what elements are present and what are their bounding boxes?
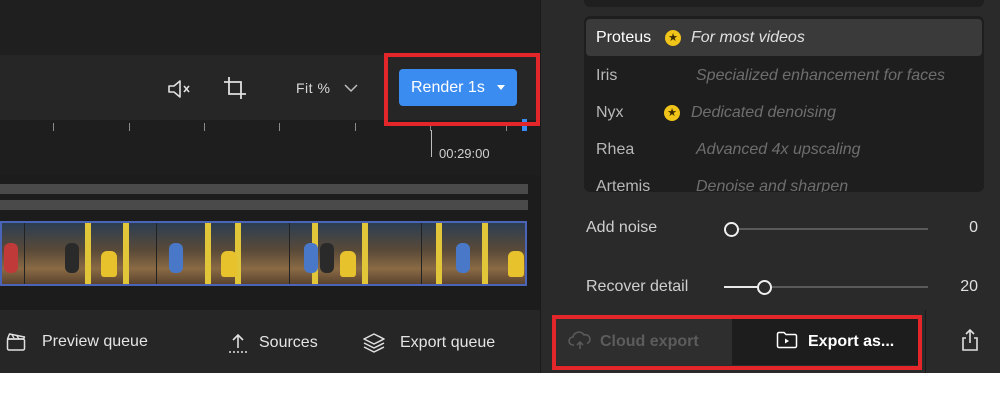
divider [925, 310, 926, 373]
model-item-nyx[interactable]: Nyx ★ Dedicated denoising [584, 94, 984, 131]
ai-model-list[interactable]: Proteus ★ For most videos Iris Specializ… [584, 16, 984, 192]
chevron-down-icon[interactable] [342, 80, 360, 96]
preview-queue-button[interactable]: Preview queue [6, 332, 148, 352]
model-name: Rhea [596, 140, 635, 158]
caret-down-icon[interactable] [497, 85, 505, 90]
timecode-label: 00:29:00 [439, 146, 490, 161]
export-queue-label: Export queue [400, 334, 496, 351]
sources-button[interactable]: Sources [227, 332, 318, 354]
model-item-iris[interactable]: Iris Specialized enhancement for faces [584, 57, 984, 94]
export-queue-button[interactable]: Export queue [362, 332, 495, 354]
model-description: Dedicated denoising [691, 103, 836, 121]
out-point-marker[interactable] [522, 119, 527, 131]
model-description: Advanced 4x upscaling [696, 140, 861, 158]
add-noise-slider[interactable] [724, 219, 930, 239]
model-name: Nyx [596, 103, 624, 121]
upload-icon [227, 332, 249, 354]
recover-detail-value[interactable]: 20 [938, 278, 978, 296]
fit-zoom-label[interactable]: Fit % [296, 80, 330, 96]
app-window: Fit % Render 1s 00:29:00 Preview queue S… [0, 0, 1000, 373]
render-button[interactable]: Render 1s [399, 69, 517, 106]
model-description: Specialized enhancement for faces [696, 66, 946, 84]
share-button[interactable] [940, 319, 1000, 365]
model-description: For most videos [691, 28, 805, 46]
model-item-rhea[interactable]: Rhea Advanced 4x upscaling [584, 131, 984, 168]
sources-label: Sources [259, 334, 318, 351]
recover-detail-slider[interactable] [724, 277, 930, 297]
add-noise-label: Add noise [586, 219, 658, 236]
export-as-label: Export as... [808, 333, 895, 350]
cloud-export-label: Cloud export [600, 333, 699, 350]
clapperboard-icon [6, 332, 26, 352]
cloud-export-button[interactable]: Cloud export [556, 319, 732, 365]
model-item-artemis[interactable]: Artemis Denoise and sharpen [584, 168, 984, 193]
preview-queue-label: Preview queue [42, 333, 148, 350]
cloud-icon [568, 330, 592, 355]
model-description: Denoise and sharpen [696, 177, 849, 193]
audio-lane [0, 184, 528, 194]
layers-icon [362, 332, 386, 354]
star-icon: ★ [664, 104, 680, 121]
audio-lane [0, 200, 528, 210]
playhead[interactable] [431, 130, 432, 157]
model-name: Proteus [596, 28, 652, 46]
model-name: Artemis [596, 177, 651, 193]
video-clip-track[interactable] [0, 221, 527, 286]
preview-area [0, 0, 540, 55]
render-button-label: Render 1s [411, 78, 485, 96]
recover-detail-label: Recover detail [586, 278, 689, 295]
share-icon [960, 328, 980, 357]
model-item-proteus[interactable]: Proteus ★ For most videos [586, 19, 982, 56]
folder-play-icon [776, 331, 798, 354]
star-icon: ★ [665, 29, 681, 46]
add-noise-value[interactable]: 0 [938, 219, 978, 237]
mute-icon[interactable] [165, 75, 193, 103]
panel-top-edge [584, 0, 984, 7]
crop-icon[interactable] [221, 74, 249, 102]
model-name: Iris [596, 66, 618, 84]
export-as-button[interactable]: Export as... [732, 319, 918, 365]
